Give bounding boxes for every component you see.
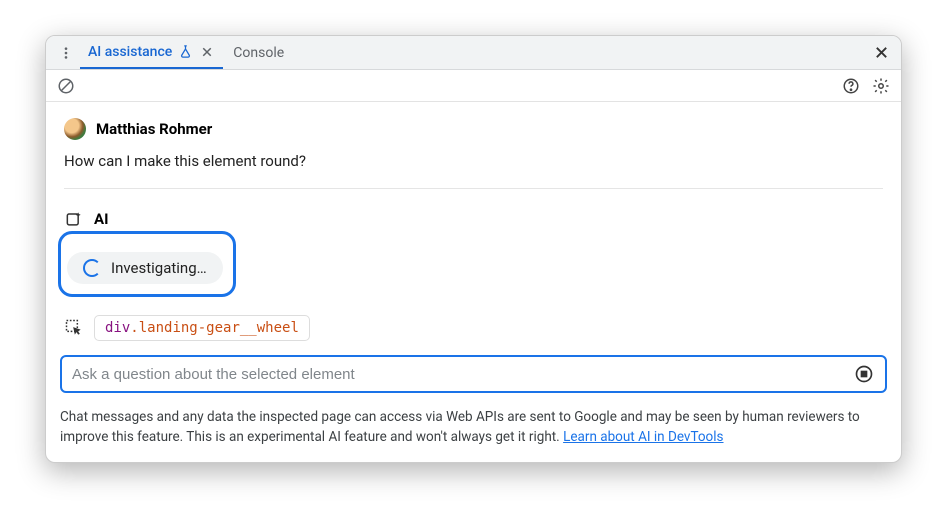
element-tag: div (105, 320, 130, 336)
element-dot: . (130, 320, 138, 336)
selected-element-row: div.landing-gear__wheel (46, 297, 901, 351)
conversation: Matthias Rohmer How can I make this elem… (46, 102, 901, 195)
divider (64, 188, 883, 189)
help-icon[interactable] (839, 74, 863, 98)
ai-label: AI (94, 210, 108, 228)
close-panel-icon[interactable] (869, 41, 893, 65)
stop-button[interactable] (853, 363, 875, 385)
tab-label: AI assistance (88, 44, 172, 60)
select-element-icon[interactable] (64, 318, 84, 338)
element-chip[interactable]: div.landing-gear__wheel (94, 315, 310, 341)
tab-bar: AI assistance Console (46, 36, 901, 70)
spinner-icon (83, 259, 101, 277)
user-header: Matthias Rohmer (64, 118, 883, 140)
user-name: Matthias Rohmer (96, 120, 212, 138)
cancel-icon[interactable] (54, 74, 78, 98)
input-row (46, 351, 901, 403)
ai-sparkle-icon (64, 209, 84, 229)
highlighted-region: Investigating… (58, 231, 236, 297)
ai-response-block: AI (46, 195, 901, 235)
devtools-panel: AI assistance Console M (45, 35, 902, 463)
learn-more-link[interactable]: Learn about AI in DevTools (563, 429, 723, 445)
gear-icon[interactable] (869, 74, 893, 98)
status-text: Investigating… (111, 259, 207, 277)
avatar (64, 118, 86, 140)
prompt-input[interactable] (72, 366, 845, 383)
ai-header: AI (64, 209, 883, 229)
tab-console[interactable]: Console (225, 36, 292, 69)
flask-icon (178, 44, 193, 59)
status-pill: Investigating… (67, 252, 223, 284)
element-class: landing-gear__wheel (139, 320, 299, 336)
more-vertical-icon[interactable] (54, 41, 78, 65)
prompt-container (60, 355, 887, 393)
disclaimer-text: Chat messages and any data the inspected… (60, 409, 860, 445)
tab-ai-assistance[interactable]: AI assistance (80, 36, 223, 69)
close-tab-icon[interactable] (199, 46, 215, 58)
tab-label: Console (233, 45, 284, 61)
user-message: How can I make this element round? (64, 152, 883, 170)
disclaimer: Chat messages and any data the inspected… (46, 403, 901, 462)
toolbar (46, 70, 901, 102)
